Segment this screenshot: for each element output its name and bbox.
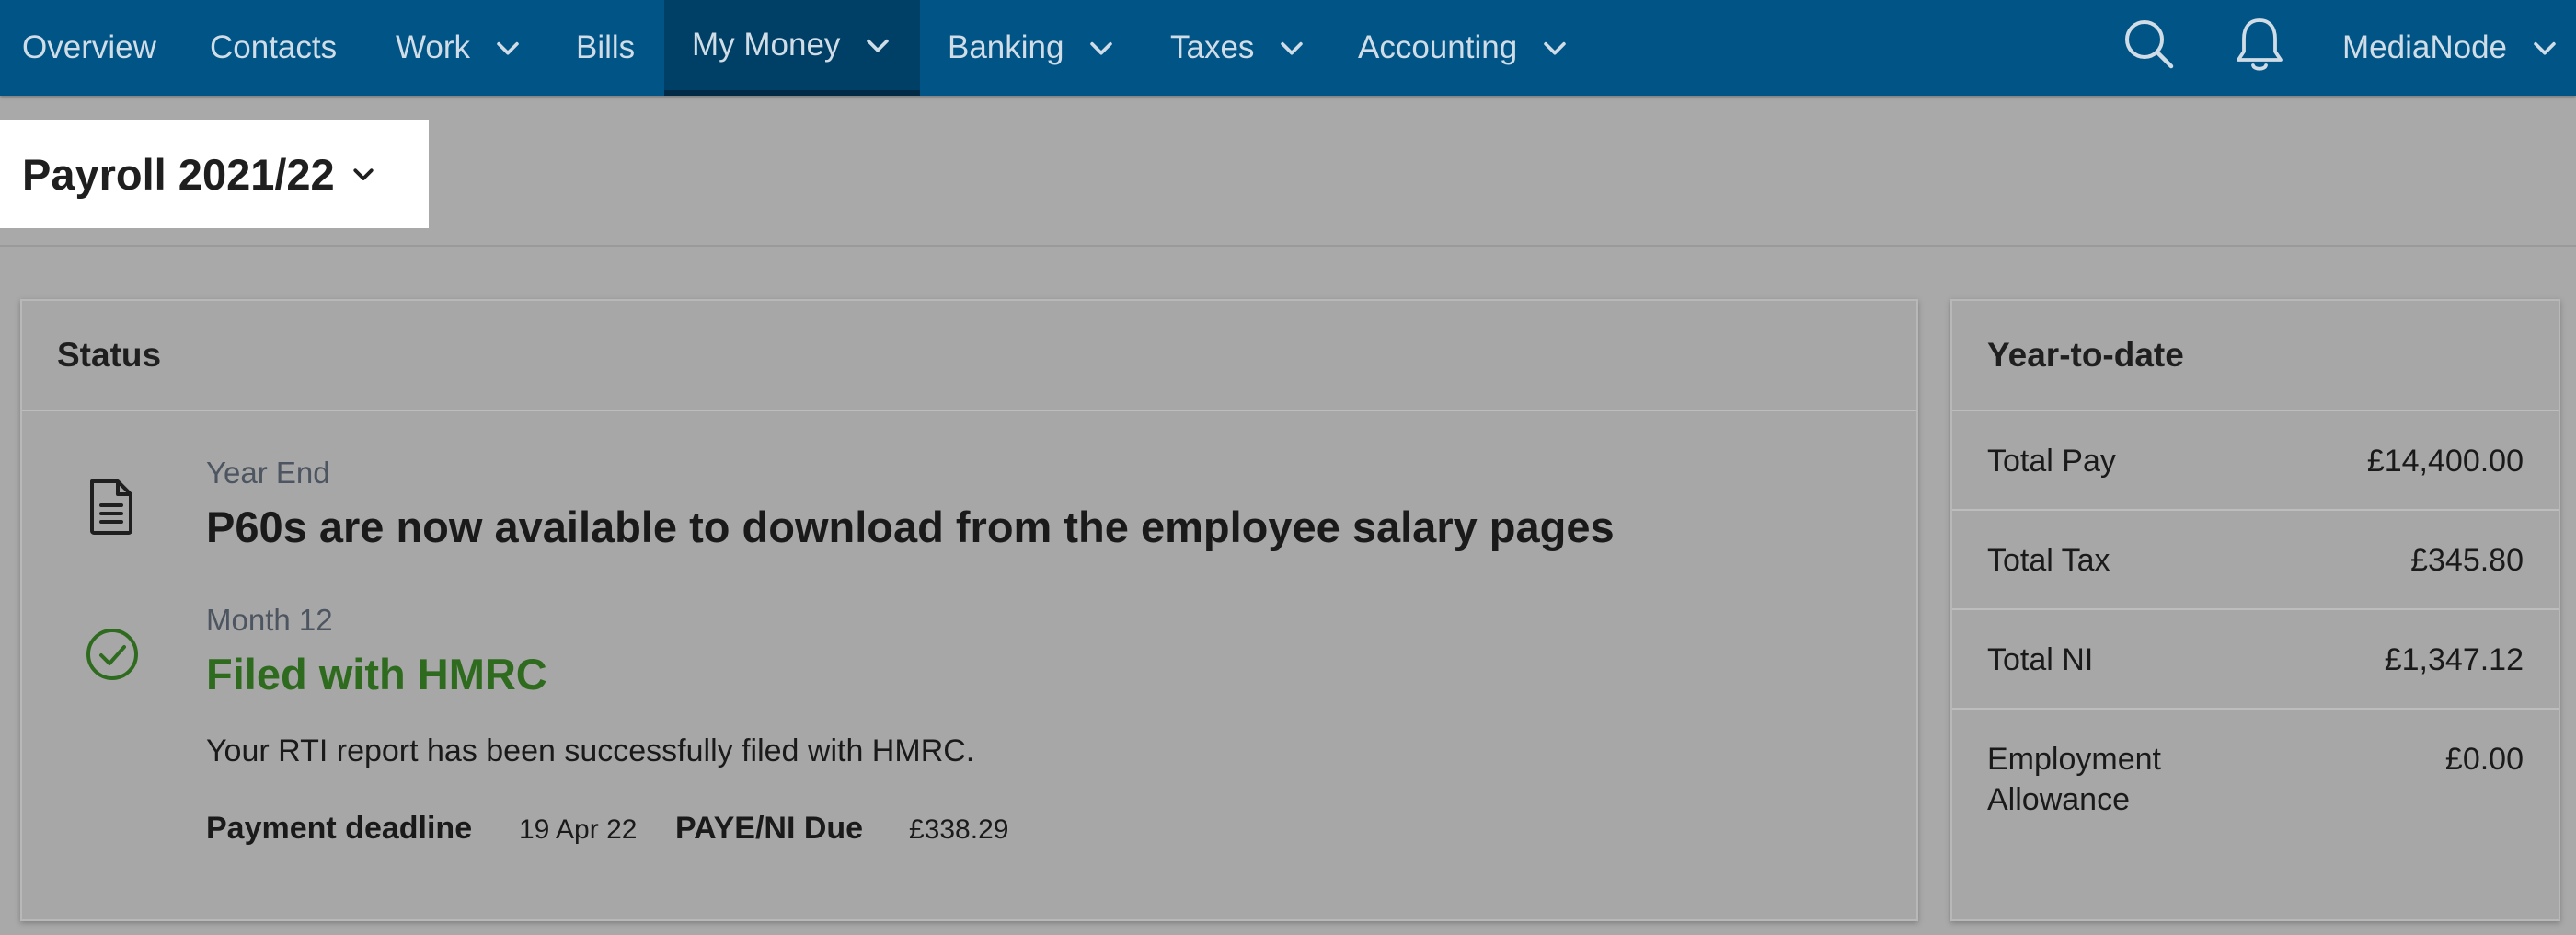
year-end-heading: P60s are now available to download from … xyxy=(206,502,1615,551)
payroll-select-label: Payroll 2021/22 xyxy=(22,149,335,199)
payroll-year-select[interactable]: Payroll 2021/22 xyxy=(0,120,429,228)
ytd-row-value: £0.00 xyxy=(2444,742,2524,777)
paye-ni-value: £338.29 xyxy=(909,814,1009,845)
nav-label: Bills xyxy=(576,29,636,65)
nav-taxes[interactable]: Taxes xyxy=(1170,0,1307,96)
year-end-label: Year End xyxy=(206,456,330,490)
chevron-down-icon xyxy=(1544,41,1566,55)
nav-label: Contacts xyxy=(210,29,338,65)
nav-overview[interactable]: Overview xyxy=(22,0,156,96)
chevron-down-icon xyxy=(1090,41,1113,55)
filed-heading: Filed with HMRC xyxy=(206,650,547,698)
ytd-card-title: Year-to-date xyxy=(1952,301,2559,411)
nav-accounting[interactable]: Accounting xyxy=(1358,0,1570,96)
status-card: Status Year End P60s are now available t… xyxy=(20,299,1918,921)
filed-description: Your RTI report has been successfully fi… xyxy=(206,733,975,768)
chevron-down-icon xyxy=(353,168,374,180)
ytd-row-total-ni: Total NI £1,347.12 xyxy=(1952,610,2559,710)
nav-banking[interactable]: Banking xyxy=(948,0,1117,96)
ytd-row-label: Employment Allowance xyxy=(1987,742,2161,817)
nav-work[interactable]: Work xyxy=(396,0,523,96)
nav-label: Work xyxy=(396,29,471,65)
ytd-row-label: Total Tax xyxy=(1987,543,2110,578)
ytd-row-value: £1,347.12 xyxy=(2384,642,2524,677)
search-icon[interactable] xyxy=(2120,15,2179,74)
chevron-down-icon xyxy=(1281,41,1304,55)
nav-label: Taxes xyxy=(1170,29,1255,65)
ytd-row-total-tax: Total Tax £345.80 xyxy=(1952,511,2559,610)
top-navigation: Overview Contacts Work Bills My Money Ba… xyxy=(0,0,2576,96)
ytd-row-employment-allowance: Employment Allowance £0.00 xyxy=(1952,710,2559,820)
document-icon xyxy=(90,479,132,535)
nav-bills[interactable]: Bills xyxy=(576,0,635,96)
nav-label: Banking xyxy=(948,29,1064,65)
month-label: Month 12 xyxy=(206,603,333,637)
nav-label: Overview xyxy=(22,29,156,65)
ytd-row-label: Total NI xyxy=(1987,642,2094,677)
account-menu[interactable]: MediaNode xyxy=(2342,0,2560,96)
account-label: MediaNode xyxy=(2342,29,2507,65)
nav-my-money[interactable]: My Money xyxy=(664,0,920,96)
ytd-row-label: Total Pay xyxy=(1987,444,2116,479)
payment-deadline-label: Payment deadline xyxy=(206,811,473,846)
chevron-down-icon xyxy=(497,41,519,55)
ytd-row-value: £14,400.00 xyxy=(2366,444,2524,479)
chevron-down-icon xyxy=(867,39,890,52)
ytd-row-value: £345.80 xyxy=(2410,543,2524,578)
nav-label: Accounting xyxy=(1358,29,1518,65)
nav-contacts[interactable]: Contacts xyxy=(210,0,337,96)
bell-icon[interactable] xyxy=(2230,15,2289,74)
nav-label: My Money xyxy=(692,27,841,63)
status-card-title: Status xyxy=(22,301,1916,411)
check-circle-icon xyxy=(86,629,138,680)
chevron-down-icon xyxy=(2534,41,2556,55)
ytd-row-total-pay: Total Pay £14,400.00 xyxy=(1952,411,2559,511)
paye-ni-label: PAYE/NI Due xyxy=(675,811,864,846)
ytd-card: Year-to-date Total Pay £14,400.00 Total … xyxy=(1950,299,2560,921)
payment-deadline-value: 19 Apr 22 xyxy=(519,814,638,845)
